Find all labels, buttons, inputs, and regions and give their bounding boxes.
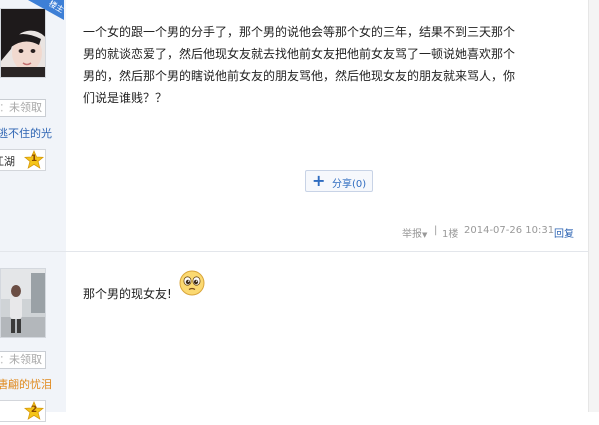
gift-value: 未领取	[9, 353, 42, 366]
post-content: 一个女的跟一个男的分手了，那个男的说他会等那个女的三年，结果不到三天那个男的就谈…	[83, 25, 516, 105]
star-icon: 2	[23, 400, 45, 421]
gift-status[interactable]: ： 未领取	[0, 351, 46, 369]
username-link[interactable]: 逃不住的光	[0, 125, 52, 141]
level-badge[interactable]: 2	[0, 400, 46, 422]
gift-status[interactable]: ： 未领取	[0, 99, 46, 117]
vertical-scrollbar[interactable]	[588, 0, 599, 412]
level-badge[interactable]: 江湖 1	[0, 149, 46, 171]
avatar[interactable]	[0, 268, 46, 338]
level-number: 2	[30, 405, 38, 415]
floor-number: 1楼	[442, 229, 459, 240]
plus-icon: +	[312, 171, 326, 190]
level-number: 1	[30, 154, 38, 164]
username-link[interactable]: 唐翩的忧泪	[0, 376, 52, 392]
gift-value: 未领取	[9, 101, 42, 114]
reply-link[interactable]: 回复	[554, 225, 574, 240]
share-label: 分享(0)	[332, 179, 367, 190]
post-content: 那个男的现女友!	[83, 287, 172, 301]
post-divider	[0, 251, 588, 252]
report-link[interactable]: 举报▼	[402, 225, 428, 240]
meta-separator: |	[434, 225, 438, 236]
star-icon: 1	[23, 149, 45, 170]
host-badge: 楼主	[28, 0, 64, 20]
post-timestamp: 2014-07-26 10:31	[464, 225, 555, 236]
tearful-face-icon	[179, 270, 205, 296]
level-text: 江湖	[0, 155, 15, 168]
share-button[interactable]: + 分享(0)	[305, 170, 373, 192]
chevron-down-icon: ▼	[422, 231, 428, 239]
